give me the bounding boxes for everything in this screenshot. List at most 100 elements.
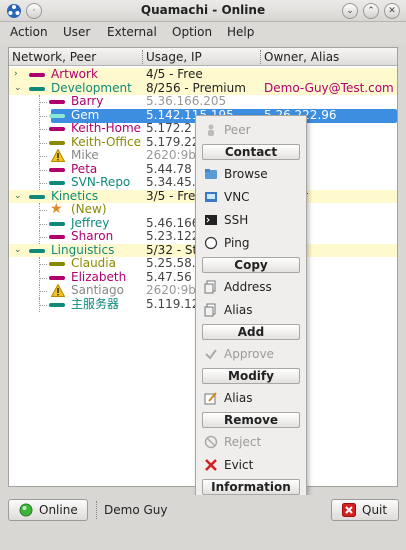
context-contact-vnc[interactable]: VNC [196,187,306,207]
network-status-icon [29,73,45,77]
row-usage-ip: 5.34.45. [146,175,196,189]
menu-option[interactable]: Option [172,25,212,39]
reject-icon [204,435,218,449]
context-copy-alias[interactable]: Alias [196,300,306,320]
tree-branch [39,156,47,157]
context-item-label: VNC [224,190,250,204]
tree-branch [39,237,47,238]
tree-branch [39,102,47,103]
quit-label: Quit [362,503,388,517]
context-section-modify: Modify [202,368,300,384]
row-usage-ip: 3/5 - Fre [146,188,196,203]
vnc-icon [205,192,217,202]
context-item-label: Alias [224,391,253,405]
tree-branch [39,115,47,117]
row-name: Elizabeth [71,269,127,284]
network-row[interactable]: ⌄ Development 8/256 - Premium Demo-Guy@Test… [9,80,397,96]
online-status-icon [19,503,33,517]
menu-help[interactable]: Help [227,25,254,39]
tree-branch [39,304,47,306]
online-label: Online [39,503,78,517]
header-separator[interactable] [142,50,143,64]
close-button[interactable]: ✕ [384,3,400,19]
peer-status-icon [49,113,65,118]
menu-action[interactable]: Action [10,25,48,39]
title-bar: · Quamachi - Online ⌄ ⌃ ✕ [0,0,406,22]
context-copy-address[interactable]: Address [196,277,306,297]
quit-button[interactable]: Quit [331,499,399,521]
ping-icon [204,236,218,250]
context-section-add: Add [202,324,300,340]
peer-row[interactable]: Barry 5.36.166.205 [9,94,397,109]
row-usage-ip: 8/256 - Premium [146,80,246,95]
menu-user[interactable]: User [63,25,90,39]
status-divider [96,501,97,519]
context-item-label: Reject [224,435,262,449]
context-item-label: Address [224,280,272,294]
copy-icon [204,280,216,294]
network-status-icon [29,86,45,91]
online-button[interactable]: Online [8,499,88,521]
row-usage-ip: 5.119.12 [146,296,200,311]
collapse-arrow-icon[interactable]: ⌄ [14,244,22,258]
row-name: Development [51,80,132,95]
row-usage-ip: 5.47.56 [146,269,192,284]
row-usage-ip: 5.172.2 [146,121,192,135]
network-status-icon [29,194,45,199]
context-item-label: Approve [224,347,274,361]
context-contact-ping[interactable]: Ping [196,233,306,253]
menu-bar: Action User External Option Help [0,22,406,44]
header-owner-alias[interactable]: Owner, Alias [264,50,339,64]
row-name: Linguistics [51,242,115,257]
row-name: Santiago [71,283,124,297]
terminal-icon [205,215,217,225]
context-add-approve: Approve [196,344,306,364]
maximize-button[interactable]: ⌃ [363,3,379,19]
context-contact-ssh[interactable]: SSH [196,210,306,230]
context-item-label: Evict [224,458,254,472]
tree-branch [39,210,47,211]
expand-arrow-icon[interactable]: › [14,68,18,82]
tree-branch [39,291,47,292]
peer-status-icon [49,302,65,307]
row-usage-ip: 5.23.122 [146,229,200,243]
collapse-arrow-icon[interactable]: ⌄ [14,190,22,204]
context-remove-evict[interactable]: Evict [196,455,306,475]
row-owner-alias: Demo-Guy@Test.com [264,80,394,95]
context-section-remove: Remove [202,412,300,428]
new-peer-star-icon: ★ [50,201,63,217]
header-usage-ip[interactable]: Usage, IP [146,50,202,64]
header-separator[interactable] [260,50,261,64]
menu-external[interactable]: External [107,25,157,39]
context-section-information: Information [202,479,300,495]
peer-status-icon [49,275,65,280]
context-peer-header: Peer [196,120,306,140]
context-item-label: Alias [224,303,253,317]
tree-branch [39,183,47,184]
context-item-label: SSH [224,213,249,227]
collapse-arrow-icon[interactable]: ⌄ [14,82,22,96]
tree-branch [39,223,47,225]
context-modify-alias[interactable]: Alias [196,388,306,408]
current-user: Demo Guy [104,503,168,517]
row-name: Barry [71,94,104,108]
row-name: Mike [71,148,99,162]
row-usage-ip: 5/32 - St [146,242,198,257]
tree-branch [39,169,47,171]
tree-branch [39,264,47,265]
tree-header: Network, Peer Usage, IP Owner, Alias [9,48,397,66]
row-name: Keith-Home [71,121,142,135]
peer-status-icon [49,181,65,185]
peer-icon [208,124,214,136]
context-peer-label: Peer [224,123,251,137]
minimize-button[interactable]: ⌄ [342,3,358,19]
row-usage-ip: 5.44.78 [146,161,192,176]
header-network-peer[interactable]: Network, Peer [12,50,96,64]
context-contact-browse[interactable]: Browse [196,164,306,184]
row-usage-ip: 4/5 - Free [146,67,203,81]
row-name: (New) [71,202,107,216]
peer-status-icon [49,127,65,131]
network-row[interactable]: › Artwork 4/5 - Free [9,67,397,82]
row-usage-ip: 5.46.166 [146,215,200,230]
status-bar: Online Demo Guy Quit [0,495,406,550]
